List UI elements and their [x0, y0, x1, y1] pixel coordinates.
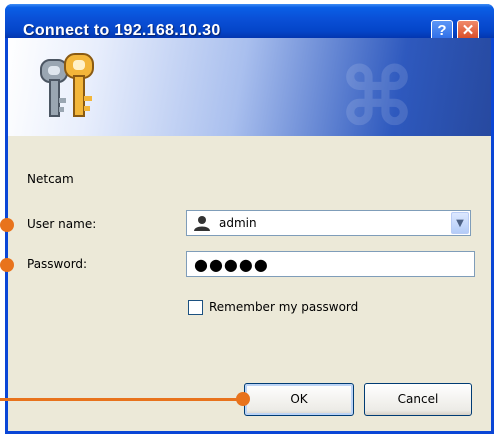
user-name-value: admin	[219, 216, 257, 230]
realm-label: Netcam	[27, 172, 74, 186]
password-value: ●●●●●	[194, 255, 269, 274]
callout-marker-ok	[236, 392, 250, 406]
password-label: Password:	[27, 257, 88, 271]
cancel-button[interactable]: Cancel	[364, 383, 472, 416]
ok-button[interactable]: OK	[244, 383, 354, 416]
callout-marker-password	[0, 258, 14, 272]
chevron-down-icon[interactable]: ▼	[451, 212, 469, 234]
user-name-label: User name:	[27, 217, 97, 231]
user-name-combobox[interactable]: admin ▼	[186, 210, 471, 236]
password-field[interactable]: ●●●●●	[186, 251, 475, 277]
remember-password-checkbox[interactable]	[188, 300, 203, 315]
callout-marker-user	[0, 218, 14, 232]
callout-line-ok	[0, 398, 240, 401]
remember-password-label[interactable]: Remember my password	[209, 300, 358, 314]
title-bar[interactable]: Connect to 192.168.10.30 ? ✕	[5, 4, 494, 42]
user-icon	[194, 216, 210, 231]
banner-watermark: ⌘	[338, 53, 416, 136]
keys-icon	[40, 53, 94, 117]
